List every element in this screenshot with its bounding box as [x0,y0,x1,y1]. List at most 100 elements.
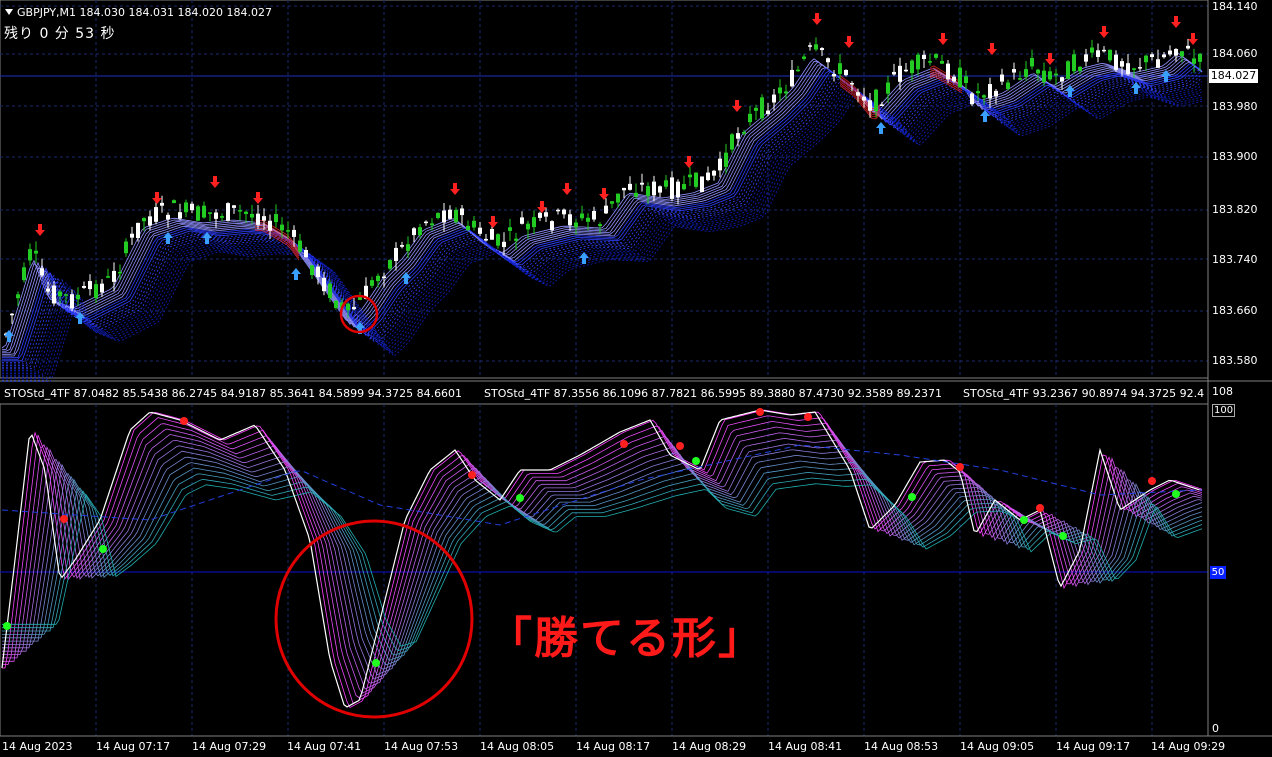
annotation-winning-pattern: 「勝てる形」 [488,613,764,664]
candle-body [1198,53,1202,62]
candle-body [616,193,620,203]
candle-body [766,110,770,114]
time-label: 14 Aug 08:53 [864,740,939,753]
candle-body [70,294,74,309]
candle-body [736,133,740,139]
candle-body [1000,74,1004,82]
candle-body [982,95,986,98]
candle-body [946,63,950,80]
ma-line [1,52,1203,349]
dropdown-icon[interactable] [5,9,13,15]
candle-body [190,203,194,211]
sell-arrow-icon [562,183,572,195]
time-label: 14 Aug 07:53 [384,740,459,753]
candle-body [880,104,884,106]
candle-body [130,233,134,238]
candle-body [34,250,38,254]
candle-body [550,221,554,231]
candle-body [112,270,116,282]
candle-body [916,54,920,70]
candle-body [886,82,890,94]
candle-body [1180,51,1184,57]
candle-body [1042,70,1046,83]
price-tick: 183.900 [1212,150,1258,163]
sell-signal-dot [756,408,764,416]
candle-body [286,230,290,232]
sell-arrow-icon [732,100,742,112]
ma-line [2,59,1203,355]
candle-body [556,209,560,212]
candle-body [274,214,278,223]
candle-body [1090,47,1094,53]
candle-body [1132,68,1136,70]
buy-arrow-icon [1161,70,1171,82]
price-tick: 183.740 [1212,253,1258,266]
candle-body [700,176,704,192]
candle-body [520,217,524,224]
candle-body [820,48,824,51]
candle-body [466,225,470,231]
candle-body [40,268,44,276]
time-label: 14 Aug 08:41 [768,740,843,753]
indicator-axis-50: 50 [1210,566,1226,579]
candle-body [970,93,974,105]
candle-body [100,283,104,293]
candle-body [730,134,734,150]
buy-signal-dot [1172,490,1180,498]
symbol-title[interactable]: GBPJPY,M1 184.030 184.031 184.020 184.02… [5,6,272,19]
indicator-panel-border [0,403,1209,737]
candle-body [934,54,938,58]
indicator-label-2: STOStd_4TF 87.3556 86.1096 87.7821 86.59… [484,387,943,400]
candle-body [490,229,494,240]
candle-body [1078,66,1082,72]
candle-body [148,216,152,226]
candle-body [310,265,314,276]
candle-body [688,174,692,178]
candle-body [874,89,878,112]
indicator-axis-0: 0 [1212,722,1219,735]
candle-body [454,209,458,222]
candle-body [316,266,320,278]
sell-arrow-icon [488,216,498,228]
sell-arrow-icon [812,13,822,25]
candle-body [160,202,164,206]
candle-body [1102,49,1106,52]
buy-signal-dot [372,659,380,667]
candle-body [676,181,680,198]
buy-signal-dot [908,493,916,501]
time-label: 14 Aug 07:41 [287,740,362,753]
candle-body [796,69,800,72]
candle-body [658,186,662,193]
sell-arrow-icon [1045,53,1055,65]
candle-body [544,212,548,217]
sell-signal-dot [60,515,68,523]
candle-body [622,187,626,191]
buy-signal-dot [692,457,700,465]
sell-signal-dot [956,463,964,471]
candle-body [586,217,590,222]
candle-body [928,61,932,63]
candle-body [256,213,260,225]
sell-signal-dot [1036,504,1044,512]
candle-body [868,100,872,111]
indicator-axis-top: 108 [1212,385,1233,398]
candle-body [778,87,782,94]
candle-body [940,60,944,64]
sell-arrow-icon [1099,26,1109,38]
candle-body [574,222,578,228]
candle-body [910,60,914,74]
candle-body [1192,58,1196,64]
sell-arrow-icon [210,176,220,188]
candle-body [1168,50,1172,55]
price-tick: 184.140 [1212,0,1258,13]
candle-body [412,228,416,236]
candle-body [814,44,818,50]
sell-arrow-icon [152,192,162,204]
candle-body [838,63,842,74]
candle-body [598,224,602,227]
current-price-label: 184.027 [1209,69,1258,83]
price-tick: 183.980 [1212,100,1258,113]
candle-body [394,247,398,261]
candle-body [322,277,326,292]
candle-body [1072,54,1076,72]
